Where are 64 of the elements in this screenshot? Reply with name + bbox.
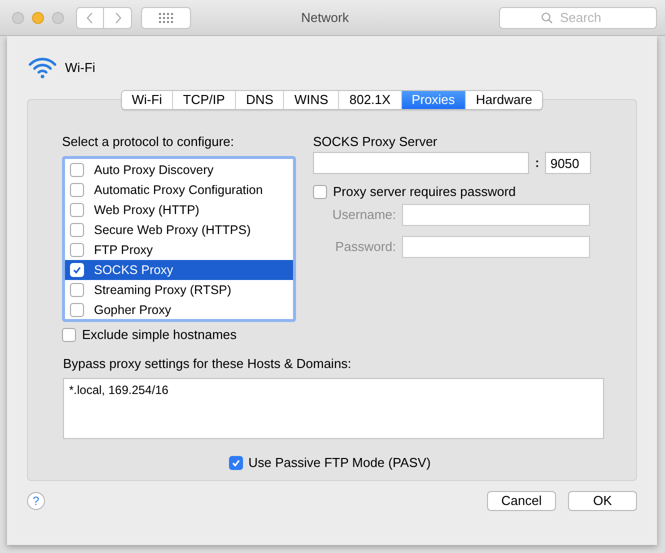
protocol-name: Secure Web Proxy (HTTPS): [94, 222, 251, 239]
checkmark-icon: [231, 458, 242, 468]
protocol-row[interactable]: Web Proxy (HTTP): [65, 200, 293, 220]
protocol-row[interactable]: Automatic Proxy Configuration: [65, 180, 293, 200]
tab[interactable]: WINS: [283, 91, 338, 109]
checkbox-label: Use Passive FTP Mode (PASV): [248, 454, 431, 472]
search-field[interactable]: Search: [499, 6, 657, 28]
checkbox[interactable]: [62, 328, 76, 342]
port-field[interactable]: 9050: [545, 152, 592, 174]
protocol-name: Streaming Proxy (RTSP): [94, 282, 232, 299]
checkbox[interactable]: [70, 303, 84, 317]
checkbox[interactable]: [70, 223, 84, 237]
show-all-button[interactable]: [141, 6, 191, 28]
protocol-row[interactable]: Streaming Proxy (RTSP): [65, 280, 293, 300]
protocol-row[interactable]: FTP Proxy: [65, 240, 293, 260]
checkbox-label: Exclude simple hostnames: [82, 326, 237, 344]
checkbox[interactable]: [313, 185, 327, 199]
dialog-button[interactable]: OK: [568, 491, 637, 511]
checkbox[interactable]: [70, 163, 84, 177]
checkbox[interactable]: [70, 283, 84, 297]
tab[interactable]: Wi-Fi: [122, 91, 172, 109]
server-title: SOCKS Proxy Server: [313, 134, 438, 150]
tab[interactable]: DNS: [234, 91, 284, 109]
field-label: Password:: [334, 238, 397, 256]
server-address-field[interactable]: [313, 152, 529, 174]
close-icon[interactable]: [12, 12, 24, 24]
protocol-name: FTP Proxy: [94, 242, 153, 259]
protocol-row[interactable]: SOCKS Proxy: [65, 260, 293, 280]
wifi-icon: [28, 57, 57, 79]
interface-name: Wi-Fi: [65, 59, 96, 78]
checkbox[interactable]: [70, 183, 84, 197]
zoom-icon[interactable]: [52, 12, 64, 24]
protocol-name: Automatic Proxy Configuration: [94, 182, 263, 199]
search-icon: [541, 12, 553, 24]
chevron-left-icon: [86, 12, 94, 24]
chevron-right-icon: [114, 12, 122, 24]
tab[interactable]: TCP/IP: [172, 91, 235, 109]
grid-icon: [159, 12, 173, 22]
checked-checkbox[interactable]: [229, 456, 244, 470]
tab[interactable]: Hardware: [464, 91, 542, 109]
tab[interactable]: Proxies: [400, 91, 465, 109]
protocol-row[interactable]: Auto Proxy Discovery: [65, 160, 293, 180]
dialog-button[interactable]: Cancel: [487, 491, 556, 511]
help-button[interactable]: ?: [27, 492, 45, 510]
back-button[interactable]: [76, 6, 104, 28]
tab[interactable]: 802.1X: [338, 91, 401, 109]
protocol-name: Gopher Proxy: [94, 302, 172, 319]
checkbox[interactable]: [70, 243, 84, 257]
field-label: Username:: [331, 206, 397, 224]
checkbox[interactable]: [70, 203, 84, 217]
bypass-label: Bypass proxy settings for these Hosts & Domains:: [63, 355, 352, 373]
protocol-row[interactable]: Gopher Proxy: [65, 300, 293, 320]
protocol-name: Auto Proxy Discovery: [94, 162, 214, 179]
bypass-field[interactable]: *.local, 169.254/16: [63, 378, 604, 438]
protocol-list-label: Select a protocol to configure:: [62, 134, 235, 150]
minimize-icon[interactable]: [32, 12, 44, 24]
window-title: Network: [301, 8, 349, 27]
protocol-name: Web Proxy (HTTP): [94, 202, 200, 219]
checkmark-icon: [72, 265, 82, 275]
protocol-row[interactable]: Secure Web Proxy (HTTPS): [65, 220, 293, 240]
forward-button[interactable]: [104, 6, 132, 28]
checkbox-label: Proxy server requires password: [333, 183, 516, 202]
protocol-name: SOCKS Proxy: [94, 262, 174, 279]
port-separator: :: [535, 154, 540, 172]
